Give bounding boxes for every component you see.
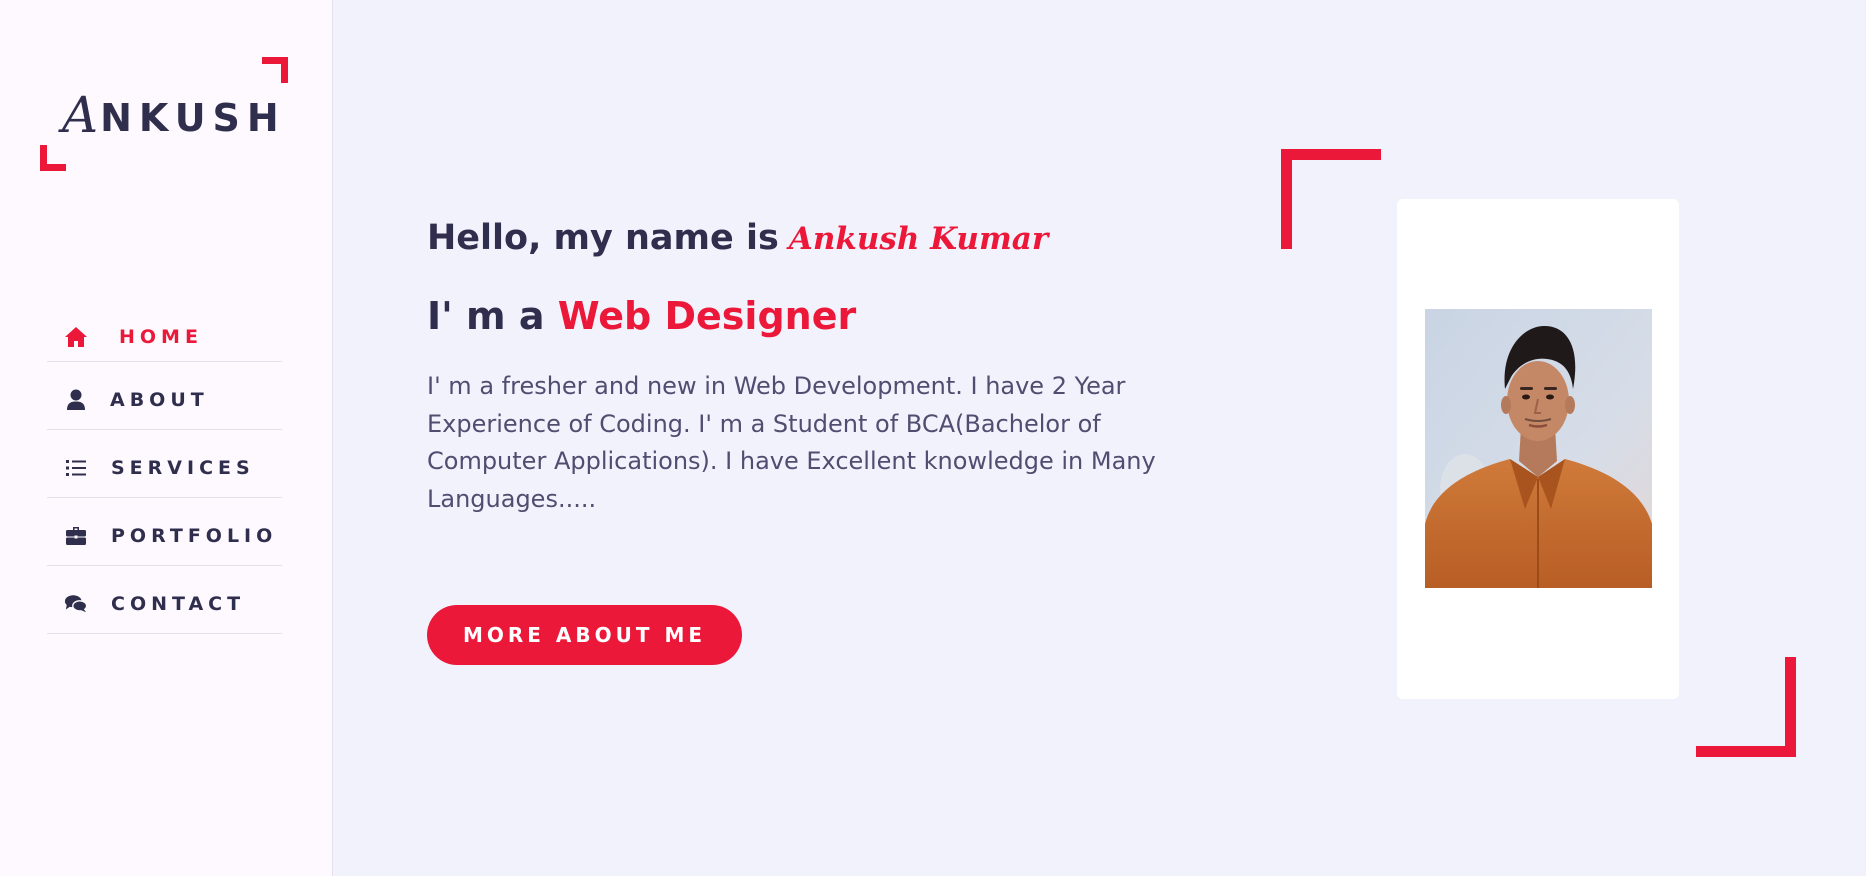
home-icon xyxy=(64,326,88,348)
comments-icon xyxy=(64,593,88,615)
nav-item-about[interactable]: ABOUT xyxy=(47,362,282,430)
briefcase-icon xyxy=(64,525,88,547)
photo-frame-top-left xyxy=(1281,149,1381,249)
role-heading: I' m a Web Designer xyxy=(427,294,856,338)
nav-item-services[interactable]: SERVICES xyxy=(47,430,282,498)
nav-label-portfolio: PORTFOLIO xyxy=(111,524,278,547)
more-about-me-button[interactable]: MORE ABOUT ME xyxy=(427,605,742,665)
nav-label-services: SERVICES xyxy=(111,456,255,479)
logo-initial: A xyxy=(62,86,99,144)
logo-text: NKUSH xyxy=(100,96,286,140)
logo-corner-top-right xyxy=(262,57,288,83)
nav-item-portfolio[interactable]: PORTFOLIO xyxy=(47,498,282,566)
main-nav: HOME ABOUT SERVICES PORTFOLIO CONTACT xyxy=(47,312,282,634)
greeting-text: Hello, my name is xyxy=(427,218,779,258)
profile-photo-card xyxy=(1397,199,1679,699)
list-icon xyxy=(64,457,88,479)
nav-item-home[interactable]: HOME xyxy=(47,312,282,362)
nav-label-home: HOME xyxy=(119,325,203,348)
user-icon xyxy=(64,389,88,411)
sidebar: A NKUSH HOME ABOUT SERVICES PORTFOLIO CO… xyxy=(0,0,333,876)
greeting-name: Ankush Kumar xyxy=(788,221,1049,257)
site-logo[interactable]: A NKUSH xyxy=(62,82,286,142)
role-prefix: I' m a xyxy=(427,294,545,338)
logo-corner-bottom-left xyxy=(40,145,66,171)
greeting-heading: Hello, my name is Ankush Kumar xyxy=(427,218,1048,258)
photo-frame-bottom-right xyxy=(1696,657,1796,757)
nav-label-contact: CONTACT xyxy=(111,592,246,615)
profile-photo xyxy=(1425,309,1652,588)
role-title: Web Designer xyxy=(557,294,857,338)
nav-item-contact[interactable]: CONTACT xyxy=(47,566,282,634)
nav-label-about: ABOUT xyxy=(110,388,209,411)
bio-paragraph: I' m a fresher and new in Web Developmen… xyxy=(427,372,1156,513)
